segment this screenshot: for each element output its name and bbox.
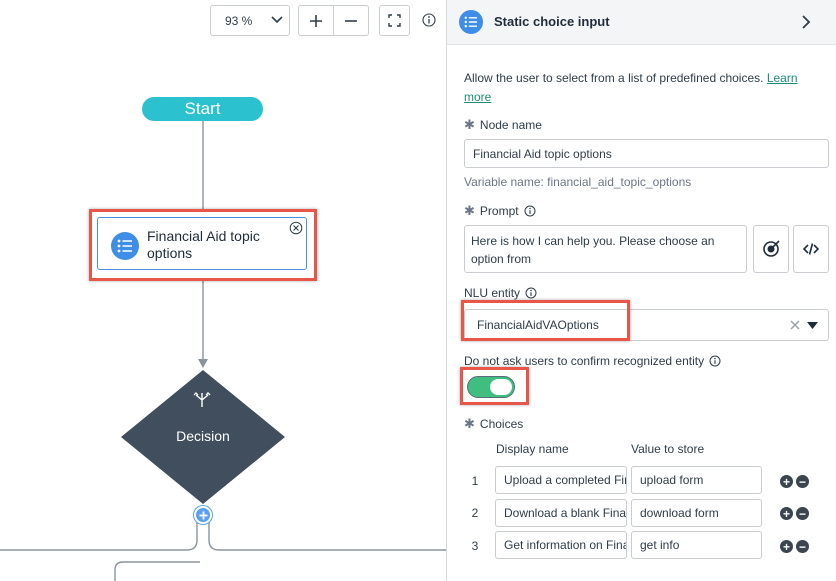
choice-row-controls: + − xyxy=(780,507,809,520)
info-icon[interactable] xyxy=(525,287,537,299)
node-name-field[interactable]: Financial Aid topic options xyxy=(464,139,829,168)
info-icon[interactable] xyxy=(524,205,536,217)
info-icon[interactable] xyxy=(709,355,721,367)
add-choice-icon[interactable]: + xyxy=(780,507,793,520)
choices-label-text: Choices xyxy=(479,417,524,431)
prompt-field[interactable]: Here is how I can help you. Please choos… xyxy=(464,225,747,273)
nlu-entity-select[interactable]: FinancialAidVAOptions xyxy=(464,309,829,341)
choice-row-controls: + − xyxy=(780,540,809,553)
choice-row-controls: + − xyxy=(780,475,809,488)
confirm-entity-toggle[interactable] xyxy=(467,376,515,398)
toggle-knob xyxy=(490,379,512,395)
nlu-label-text: NLU entity xyxy=(464,286,521,300)
choice-display-input[interactable]: Upload a completed Financial Aid form xyxy=(495,466,627,494)
remove-choice-icon[interactable]: − xyxy=(796,540,809,553)
node-title: Financial Aid topic options xyxy=(147,228,260,261)
split-icon xyxy=(192,390,212,410)
confirm-entity-label: Do not ask users to confirm recognized e… xyxy=(464,354,721,368)
required-icon: ✱ xyxy=(464,117,475,132)
required-icon: ✱ xyxy=(464,203,475,218)
panel-title: Static choice input xyxy=(494,14,610,29)
choices-label: ✱ Choices xyxy=(464,416,523,432)
prompt-label: ✱ Prompt xyxy=(464,203,536,219)
list-icon xyxy=(459,10,483,34)
choice-input-node[interactable]: Financial Aid topic options xyxy=(97,217,307,270)
chevron-right-icon[interactable] xyxy=(800,14,812,30)
prompt-label-text: Prompt xyxy=(479,204,519,218)
nlu-entity-label: NLU entity xyxy=(464,286,537,300)
value-header: Value to store xyxy=(631,442,705,456)
decision-label: Decision xyxy=(176,428,230,444)
variable-name-text: Variable name: financial_aid_topic_optio… xyxy=(464,175,692,189)
remove-choice-icon[interactable]: − xyxy=(796,507,809,520)
confirm-label-text: Do not ask users to confirm recognized e… xyxy=(464,354,705,368)
choice-row-number: 3 xyxy=(471,539,479,553)
choice-row-number: 1 xyxy=(471,474,479,488)
required-icon: ✱ xyxy=(464,416,475,431)
choice-value-input[interactable]: download form xyxy=(631,499,762,527)
description-text: Allow the user to select from a list of … xyxy=(464,71,767,85)
target-icon xyxy=(763,240,780,257)
start-node[interactable]: Start xyxy=(142,97,263,121)
node-name-label: ✱ Node name xyxy=(464,117,542,133)
plus-icon xyxy=(199,511,207,519)
choice-display-input[interactable]: Download a blank Financial Aid form xyxy=(495,499,627,527)
panel-description: Allow the user to select from a list of … xyxy=(464,69,814,107)
properties-panel: Static choice input Allow the user to se… xyxy=(446,0,836,581)
choice-row-number: 2 xyxy=(471,506,479,520)
close-icon[interactable] xyxy=(289,221,303,235)
add-node-button[interactable] xyxy=(194,506,212,524)
choice-display-input[interactable]: Get information on Financial Aid xyxy=(495,531,627,559)
code-view-button[interactable] xyxy=(793,225,829,273)
remove-choice-icon[interactable]: − xyxy=(796,475,809,488)
variable-insert-button[interactable] xyxy=(753,225,789,273)
clear-icon[interactable] xyxy=(790,320,800,330)
code-icon xyxy=(803,243,819,255)
add-choice-icon[interactable]: + xyxy=(780,475,793,488)
node-name-label-text: Node name xyxy=(479,118,542,132)
list-icon xyxy=(111,232,139,260)
choice-value-input[interactable]: upload form xyxy=(631,466,762,494)
caret-down-icon[interactable] xyxy=(807,322,818,329)
display-name-header: Display name xyxy=(496,442,569,456)
add-choice-icon[interactable]: + xyxy=(780,540,793,553)
panel-header: Static choice input xyxy=(447,0,836,45)
choice-value-input[interactable]: get info xyxy=(631,531,762,559)
flow-canvas[interactable]: 93 % Start Financial Aid topic options D… xyxy=(0,0,447,581)
nlu-entity-value: FinancialAidVAOptions xyxy=(477,318,599,332)
